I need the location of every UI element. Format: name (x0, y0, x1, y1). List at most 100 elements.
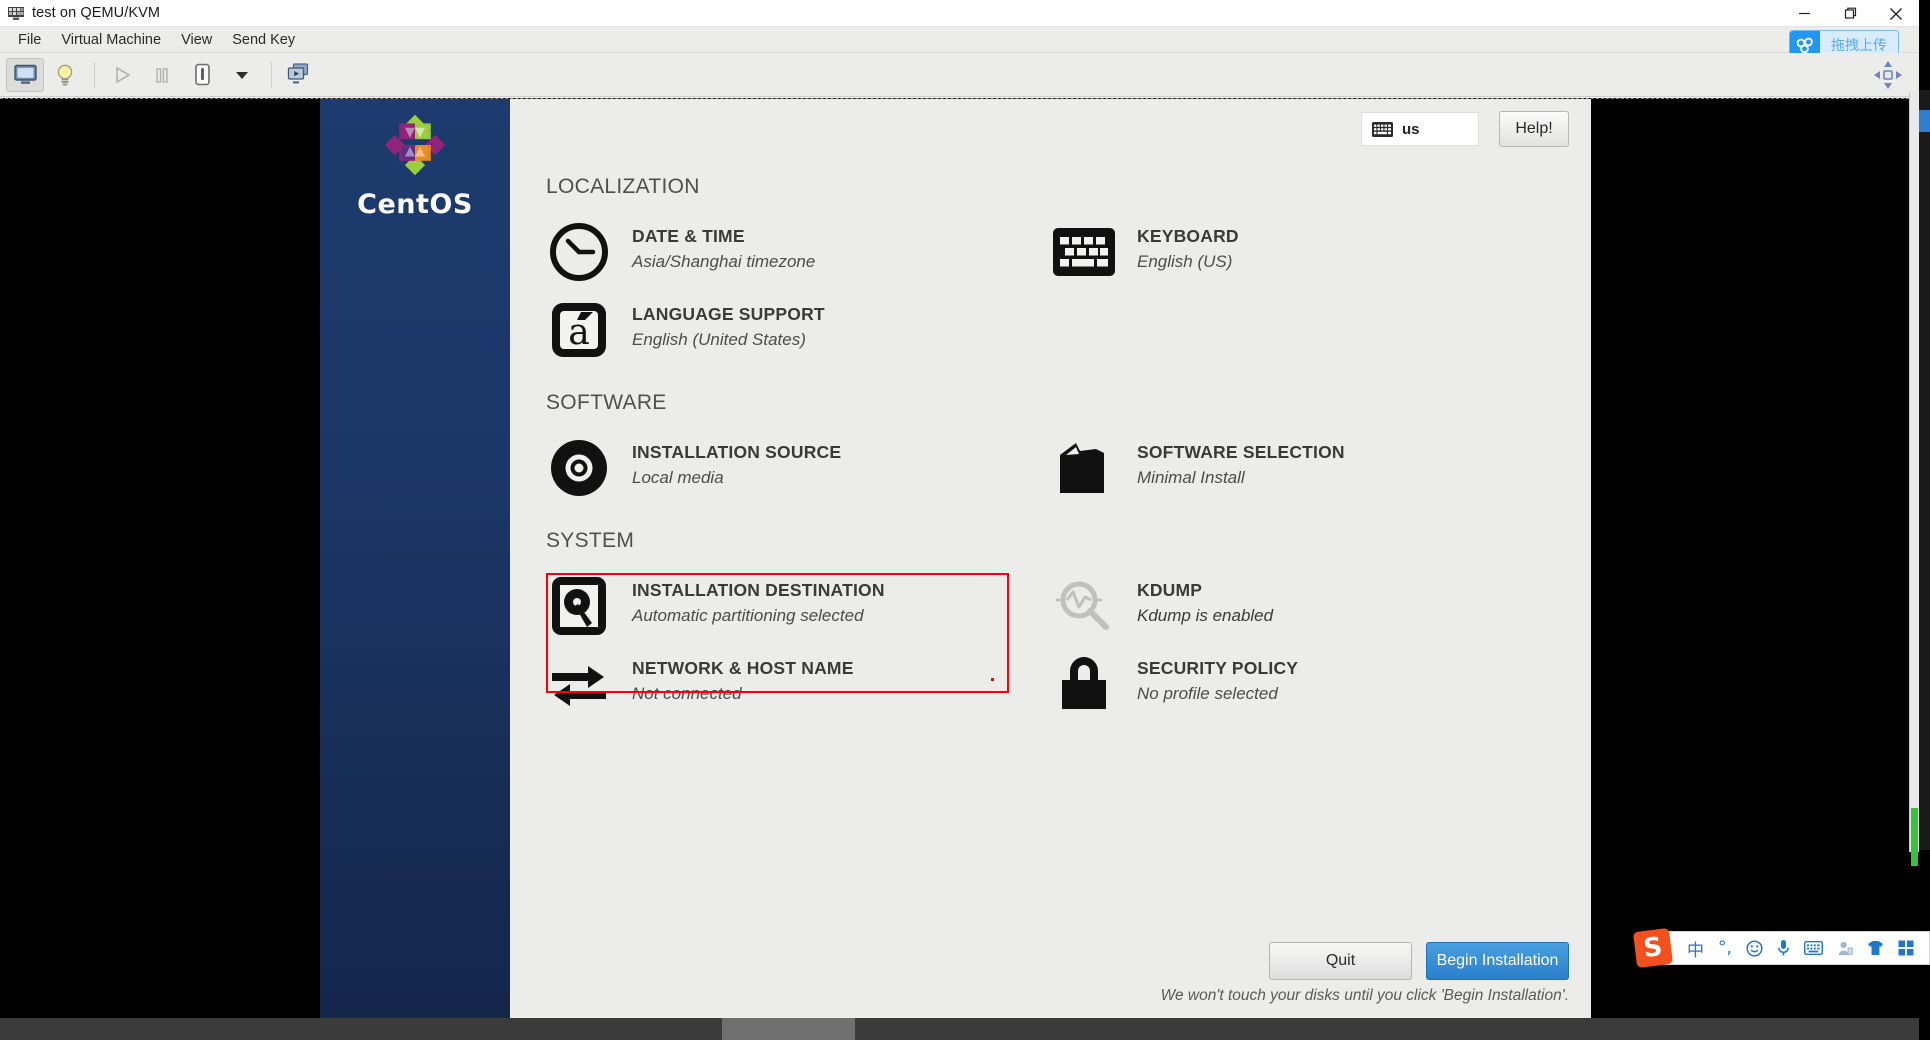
voice-input-icon[interactable] (1777, 939, 1790, 957)
hub-subtitle-language-support: English (United States) (632, 329, 806, 349)
hub-title-software-selection: SOFTWARE SELECTION (1137, 442, 1345, 462)
keyboard-layout-label: us (1402, 120, 1420, 138)
hub-title-keyboard: KEYBOARD (1137, 226, 1239, 246)
sogou-ime-bar[interactable]: S 中 °, (1632, 927, 1930, 969)
background-window-content (1919, 90, 1930, 850)
system-left-column: INSTALLATION DESTINATION Automatic parti… (546, 567, 1051, 723)
toolbar-separator (94, 61, 95, 88)
shutdown-button[interactable] (183, 58, 221, 92)
hub-title-language-support: LANGUAGE SUPPORT (632, 304, 825, 324)
hub-item-network-host-name[interactable]: NETWORK & HOST NAME Not connected (546, 645, 1051, 723)
guest-taskbar-item[interactable] (722, 1018, 855, 1040)
chinese-mode-icon[interactable]: 中 (1687, 936, 1704, 961)
show-details-button[interactable] (46, 58, 84, 92)
software-right-column: SOFTWARE SELECTION Minimal Install (1051, 429, 1556, 507)
menubar: File Virtual Machine View Send Key 拖拽上传 (0, 27, 1919, 59)
toolbar (0, 53, 1919, 97)
move-resize-icon[interactable] (1873, 60, 1903, 90)
lock-icon (1051, 651, 1117, 717)
disc-icon (546, 435, 612, 501)
centos-flower-logo (379, 109, 451, 181)
fullscreen-button[interactable] (280, 58, 318, 92)
hub-subtitle-installation-source: Local media (632, 467, 724, 487)
window-titlebar: test on QEMU/KVM (0, 0, 1919, 27)
minimize-button[interactable] (1781, 0, 1827, 27)
anaconda-main-panel: us Help! LOCALIZATION DATE & TIME Asia/S… (510, 99, 1591, 1019)
help-button[interactable]: Help! (1499, 111, 1569, 147)
menu-view[interactable]: View (172, 30, 221, 50)
annotation-dot (991, 678, 994, 681)
hub-subtitle-keyboard: English (US) (1137, 251, 1233, 271)
hub-title-kdump: KDUMP (1137, 580, 1203, 600)
software-left-column: INSTALLATION SOURCE Local media (546, 429, 1051, 507)
begin-installation-button[interactable]: Begin Installation (1426, 942, 1569, 980)
skin-icon[interactable] (1867, 940, 1884, 956)
quit-button[interactable]: Quit (1269, 942, 1412, 980)
system-right-column: KDUMP Kdump is enabled SECURITY POLICY N… (1051, 567, 1556, 723)
run-button[interactable] (103, 58, 141, 92)
vm-console-screen[interactable]: CentOS us Help! LOCALIZATION DATE & TIME… (0, 98, 1919, 1040)
language-icon: a (546, 297, 612, 363)
keyboard-icon (1372, 121, 1393, 137)
background-window-accent (1919, 110, 1930, 132)
punctuation-icon[interactable]: °, (1718, 938, 1732, 958)
localization-left-column: DATE & TIME Asia/Shanghai timezone a LAN… (546, 213, 1051, 369)
package-icon (1051, 435, 1117, 501)
close-button[interactable] (1873, 0, 1919, 27)
window-controls (1781, 0, 1919, 27)
section-title-software: SOFTWARE (546, 391, 667, 414)
vm-icon (8, 6, 24, 20)
user-icon[interactable] (1837, 940, 1853, 956)
anaconda-sidebar: CentOS (320, 99, 510, 1019)
anaconda-topbar: us Help! (1361, 111, 1569, 147)
hub-item-installation-destination[interactable]: INSTALLATION DESTINATION Automatic parti… (546, 567, 1051, 645)
pause-button[interactable] (143, 58, 181, 92)
guest-taskbar (0, 1018, 1919, 1040)
clock-icon (546, 219, 612, 285)
toolbar-right (1873, 53, 1903, 97)
hub-item-installation-source[interactable]: INSTALLATION SOURCE Local media (546, 429, 1051, 507)
hub-item-kdump[interactable]: KDUMP Kdump is enabled (1051, 567, 1556, 645)
hub-item-date-time[interactable]: DATE & TIME Asia/Shanghai timezone (546, 213, 1051, 291)
virt-manager-window: test on QEMU/KVM File Virtual Machine Vi… (0, 0, 1919, 1040)
shutdown-menu-button[interactable] (223, 58, 261, 92)
ime-icon-row: 中 °, (1665, 931, 1930, 965)
hub-subtitle-kdump: Kdump is enabled (1137, 605, 1274, 625)
footer-warning-text: We won't touch your disks until you clic… (1160, 987, 1569, 1004)
maximize-button[interactable] (1827, 0, 1873, 27)
menu-send-key[interactable]: Send Key (223, 30, 304, 50)
background-window-scrollbar[interactable] (1909, 92, 1919, 852)
background-window-progress (1911, 808, 1918, 866)
hub-title-date-time: DATE & TIME (632, 226, 745, 246)
hub-title-installation-destination: INSTALLATION DESTINATION (632, 580, 885, 600)
emoji-icon[interactable] (1746, 939, 1763, 957)
keyboard-icon (1051, 219, 1117, 285)
toolbox-icon[interactable] (1898, 940, 1914, 956)
menu-file[interactable]: File (9, 30, 50, 50)
window-title: test on QEMU/KVM (32, 5, 161, 21)
background-window-sliver[interactable] (1919, 90, 1930, 850)
menu-virtual-machine[interactable]: Virtual Machine (52, 30, 170, 50)
harddrive-icon (546, 573, 612, 639)
centos-branding: CentOS (320, 109, 510, 220)
hub-title-network-host-name: NETWORK & HOST NAME (632, 658, 854, 678)
kdump-icon (1051, 573, 1117, 639)
sogou-logo-icon[interactable]: S (1632, 927, 1674, 969)
hub-subtitle-network-host-name: Not connected (632, 683, 742, 703)
hub-title-security-policy: SECURITY POLICY (1137, 658, 1299, 678)
hub-title-installation-source: INSTALLATION SOURCE (632, 442, 842, 462)
hub-item-security-policy[interactable]: SECURITY POLICY No profile selected (1051, 645, 1556, 723)
hub-item-language-support[interactable]: a LANGUAGE SUPPORT English (United State… (546, 291, 1051, 369)
hub-item-keyboard[interactable]: KEYBOARD English (US) (1051, 213, 1556, 291)
soft-keyboard-icon[interactable] (1803, 941, 1823, 955)
hub-subtitle-software-selection: Minimal Install (1137, 467, 1245, 487)
toolbar-separator-2 (271, 61, 272, 88)
network-icon (546, 651, 612, 717)
console-view-button[interactable] (6, 57, 44, 92)
localization-right-column: KEYBOARD English (US) (1051, 213, 1556, 369)
hub-item-software-selection[interactable]: SOFTWARE SELECTION Minimal Install (1051, 429, 1556, 507)
hub-subtitle-date-time: Asia/Shanghai timezone (632, 251, 816, 271)
keyboard-layout-indicator[interactable]: us (1361, 112, 1479, 146)
hub-subtitle-installation-destination: Automatic partitioning selected (632, 605, 864, 625)
centos-wordmark: CentOS (357, 189, 473, 220)
